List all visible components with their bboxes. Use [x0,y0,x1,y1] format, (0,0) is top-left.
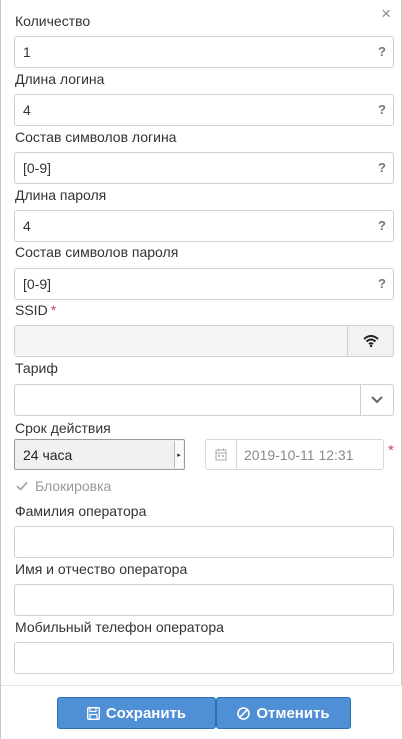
password-length-input[interactable]: 4 ? [14,210,394,242]
ssid-label-text: SSID [15,302,48,318]
help-icon[interactable]: ? [378,44,386,59]
password-charset-label: Состав символов пароля [15,244,179,260]
login-charset-label: Состав символов логина [15,129,177,145]
validity-period-select[interactable]: 24 часа ▸ [14,439,185,470]
checkmark-icon [16,481,28,491]
chevron-down-icon [371,396,383,404]
help-icon[interactable]: ? [378,160,386,175]
password-length-label: Длина пароля [15,187,107,203]
operator-phone-input[interactable] [14,642,394,674]
login-charset-value: [0-9] [23,160,52,176]
operator-first-middle-label: Имя и отчество оператора [15,561,188,577]
floppy-disk-icon [86,706,100,720]
save-button[interactable]: Сохранить [57,697,216,729]
validity-label: Срок действия [15,420,111,436]
validity-datetime-input[interactable]: 2019-10-11 12:31 [205,439,384,470]
login-length-value: 4 [23,102,31,118]
quantity-label: Количество [15,13,91,29]
wifi-icon [362,335,379,347]
dialog-footer: Сохранить Отменить [1,685,402,739]
help-icon[interactable]: ? [378,276,386,291]
cancel-button[interactable]: Отменить [216,697,351,729]
login-charset-input[interactable]: [0-9] ? [14,152,394,184]
block-checkbox-label: Блокировка [35,478,112,494]
validity-period-value: 24 часа [23,447,73,463]
required-mark: * [50,302,57,318]
tariff-dropdown-toggle[interactable] [360,385,393,415]
password-charset-input[interactable]: [0-9] ? [14,268,394,300]
ban-icon [237,706,251,720]
validity-datetime-value: 2019-10-11 12:31 [244,447,354,463]
login-length-label: Длина логина [15,71,105,87]
cancel-button-label: Отменить [256,704,330,722]
block-checkbox[interactable] [15,479,29,493]
quantity-value: 1 [23,44,31,60]
close-icon[interactable]: × [381,5,391,23]
operator-phone-label: Мобильный телефон оператора [15,619,224,635]
tariff-select[interactable] [14,384,394,416]
required-mark: * [388,442,394,459]
calendar-icon[interactable] [206,440,237,469]
login-length-input[interactable]: 4 ? [14,94,394,126]
block-checkbox-row[interactable]: Блокировка [15,478,111,494]
password-length-value: 4 [23,218,31,234]
ssid-label: SSID * [15,302,56,318]
operator-first-middle-input[interactable] [14,584,394,616]
operator-last-name-input[interactable] [14,526,394,558]
voucher-dialog: × Количество 1 ? Длина логина 4 ? Состав… [0,0,402,739]
ssid-scan-button[interactable] [347,325,394,357]
help-icon[interactable]: ? [378,102,386,117]
spinner-arrow-icon[interactable]: ▸ [174,441,183,468]
operator-last-name-label: Фамилия оператора [15,503,147,519]
tariff-label: Тариф [15,360,58,376]
quantity-input[interactable]: 1 ? [14,36,394,68]
ssid-input[interactable] [14,325,394,357]
save-button-label: Сохранить [105,704,187,722]
help-icon[interactable]: ? [378,218,386,233]
password-charset-value: [0-9] [23,276,52,292]
